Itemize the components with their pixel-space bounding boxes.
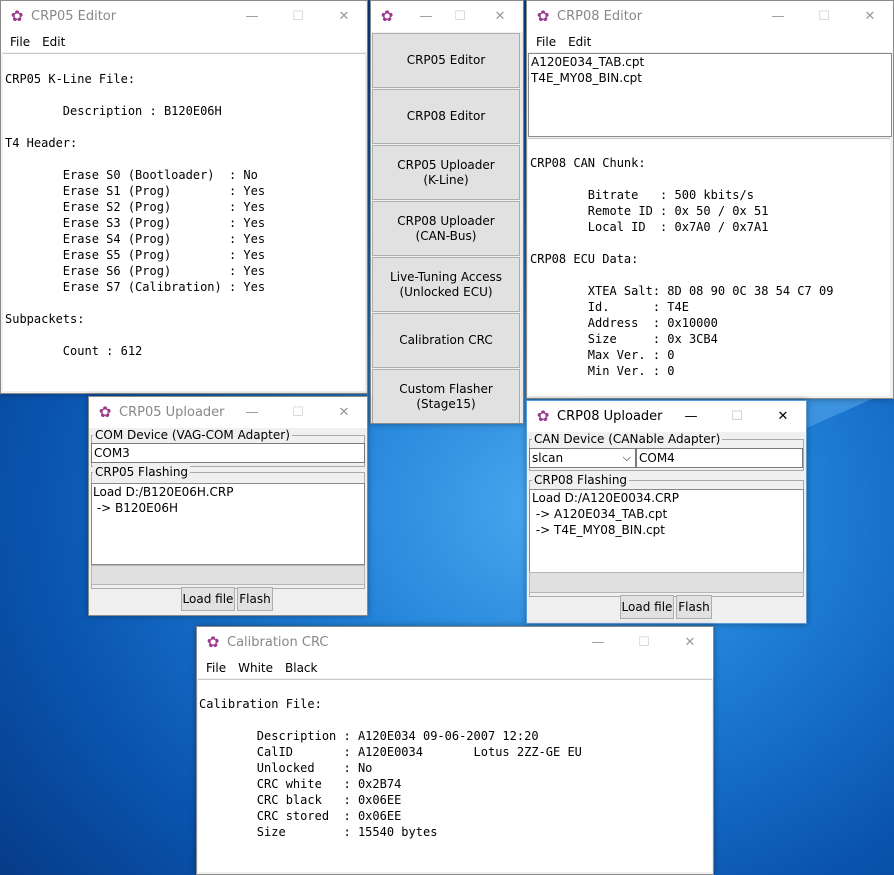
close-icon[interactable]: ✕: [667, 627, 713, 658]
calibration-crc-content[interactable]: Calibration File: Description : A120E034…: [198, 679, 712, 872]
crp08-editor-content[interactable]: CRP08 CAN Chunk: Bitrate : 500 kbits/s R…: [528, 138, 890, 396]
calibration-crc-text: Calibration File: Description : A120E034…: [199, 697, 582, 839]
menu-file[interactable]: File: [4, 35, 36, 49]
menu-file[interactable]: File: [530, 35, 562, 49]
flash-button[interactable]: Flash: [237, 587, 273, 611]
crp05-editor-titlebar[interactable]: ✿ CRP05 Editor — ☐ ✕: [1, 1, 367, 32]
crp08-editor-window: ✿ CRP08 Editor — ☐ ✕ File Edit A120E034_…: [526, 0, 894, 399]
menu-bar: File White Black: [197, 658, 713, 678]
close-icon[interactable]: ✕: [321, 397, 367, 428]
maximize-icon: ☐: [454, 9, 466, 24]
window-title: CRP05 Editor: [31, 9, 117, 24]
minimize-icon[interactable]: —: [668, 401, 714, 432]
list-item: Load D:/A120E0034.CRP: [532, 491, 679, 505]
minimize-icon[interactable]: —: [229, 1, 275, 32]
progress-bar: [529, 572, 804, 593]
crp08-uploader-window: ✿ CRP08 Uploader — ☐ ✕ CAN Device (CANab…: [526, 400, 807, 624]
minimize-icon[interactable]: —: [409, 1, 443, 32]
minimize-icon[interactable]: —: [755, 1, 801, 32]
chunk-file-list[interactable]: A120E034_TAB.cpt T4E_MY08_BIN.cpt: [528, 53, 892, 137]
chevron-down-icon: ⌵: [622, 451, 631, 464]
close-icon[interactable]: ✕: [760, 401, 806, 432]
crp05-editor-button[interactable]: CRP05 Editor: [372, 33, 520, 88]
driver-select[interactable]: slcan ⌵: [529, 448, 636, 468]
app-gear-icon: ✿: [380, 7, 394, 25]
com-port-input[interactable]: COM3: [91, 443, 365, 463]
launcher-window: ✿ — ☐ ✕ CRP05 Editor CRP08 Editor CRP05 …: [370, 0, 524, 424]
app-gear-icon: ✿: [10, 7, 24, 25]
crp08-editor-text: CRP08 CAN Chunk: Bitrate : 500 kbits/s R…: [530, 156, 834, 378]
menu-bar: File Edit: [527, 32, 893, 52]
maximize-icon: ☐: [292, 405, 304, 420]
crp05-flashing-label: CRP05 Flashing: [93, 465, 191, 479]
close-icon[interactable]: ✕: [321, 1, 367, 32]
maximize-icon: ☐: [292, 9, 304, 24]
crp08-uploader-titlebar[interactable]: ✿ CRP08 Uploader — ☐ ✕: [527, 401, 806, 432]
window-title: CRP08 Uploader: [557, 409, 663, 424]
list-item: Load D:/B120E06H.CRP: [93, 485, 234, 499]
com-port-input[interactable]: COM4: [636, 448, 803, 468]
crp05-uploader-button[interactable]: CRP05 Uploader (K-Line): [372, 145, 520, 200]
menu-edit[interactable]: Edit: [562, 35, 597, 49]
menu-bar: File Edit: [1, 32, 367, 52]
list-item: -> A120E034_TAB.cpt: [532, 507, 668, 521]
crp08-flashing-label: CRP08 Flashing: [532, 473, 630, 487]
maximize-icon: ☐: [818, 9, 830, 24]
crp05-uploader-window: ✿ CRP05 Uploader — ☐ ✕ COM Device (VAG-C…: [88, 396, 368, 616]
list-item: -> T4E_MY08_BIN.cpt: [532, 523, 665, 537]
app-gear-icon: ✿: [536, 407, 550, 425]
crp08-uploader-button[interactable]: CRP08 Uploader (CAN-Bus): [372, 201, 520, 256]
maximize-icon: ☐: [638, 635, 650, 650]
progress-bar: [91, 565, 365, 585]
calibration-crc-window: ✿ Calibration CRC — ☐ ✕ File White Black…: [196, 626, 714, 875]
menu-edit[interactable]: Edit: [36, 35, 71, 49]
list-item[interactable]: T4E_MY08_BIN.cpt: [529, 70, 891, 86]
flash-log[interactable]: Load D:/B120E06H.CRP -> B120E06H: [91, 483, 365, 565]
close-icon[interactable]: ✕: [847, 1, 893, 32]
load-file-button[interactable]: Load file: [181, 587, 235, 611]
crp08-editor-button[interactable]: CRP08 Editor: [372, 89, 520, 144]
window-title: CRP08 Editor: [557, 9, 643, 24]
menu-white[interactable]: White: [232, 661, 279, 675]
calibration-crc-titlebar[interactable]: ✿ Calibration CRC — ☐ ✕: [197, 627, 713, 658]
crp05-editor-content[interactable]: CRP05 K-Line File: Description : B120E06…: [3, 53, 365, 391]
flash-button[interactable]: Flash: [676, 595, 712, 619]
crp05-editor-window: ✿ CRP05 Editor — ☐ ✕ File Edit CRP05 K-L…: [0, 0, 368, 394]
load-file-button[interactable]: Load file: [620, 595, 674, 619]
menu-black[interactable]: Black: [279, 661, 323, 675]
minimize-icon[interactable]: —: [575, 627, 621, 658]
menu-file[interactable]: File: [200, 661, 232, 675]
window-title: Calibration CRC: [227, 635, 329, 650]
window-title: CRP05 Uploader: [119, 405, 225, 420]
crp05-editor-text: CRP05 K-Line File: Description : B120E06…: [5, 72, 266, 358]
can-device-label: CAN Device (CANable Adapter): [532, 432, 723, 446]
minimize-icon[interactable]: —: [229, 397, 275, 428]
calibration-crc-button[interactable]: Calibration CRC: [372, 313, 520, 368]
launcher-titlebar[interactable]: ✿ — ☐ ✕: [371, 1, 523, 32]
app-gear-icon: ✿: [206, 633, 220, 651]
com-device-label: COM Device (VAG-COM Adapter): [93, 428, 292, 442]
crp05-uploader-titlebar[interactable]: ✿ CRP05 Uploader — ☐ ✕: [89, 397, 367, 428]
flash-log[interactable]: Load D:/A120E0034.CRP -> A120E034_TAB.cp…: [529, 489, 804, 573]
live-tuning-access-button[interactable]: Live-Tuning Access (Unlocked ECU): [372, 257, 520, 312]
crp08-editor-titlebar[interactable]: ✿ CRP08 Editor — ☐ ✕: [527, 1, 893, 32]
maximize-icon: ☐: [731, 409, 743, 424]
app-gear-icon: ✿: [536, 7, 550, 25]
app-gear-icon: ✿: [98, 403, 112, 421]
close-icon[interactable]: ✕: [477, 1, 523, 32]
custom-flasher-button[interactable]: Custom Flasher (Stage15): [372, 369, 520, 423]
list-item[interactable]: A120E034_TAB.cpt: [529, 54, 891, 70]
list-item: -> B120E06H: [93, 501, 179, 515]
